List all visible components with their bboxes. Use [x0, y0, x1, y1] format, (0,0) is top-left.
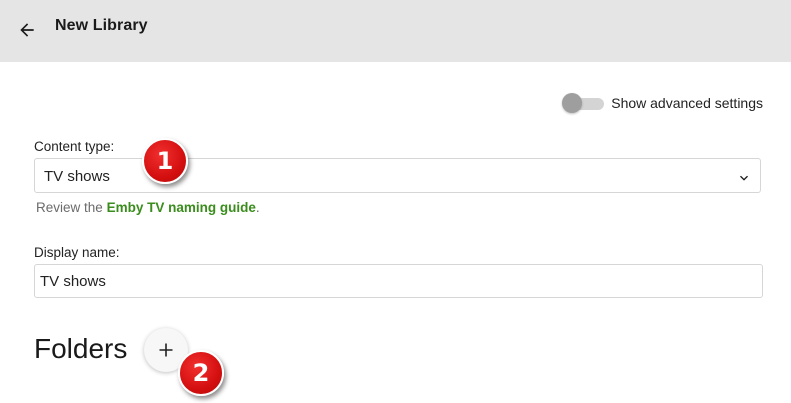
- display-name-input[interactable]: [34, 264, 763, 298]
- plus-icon: [159, 343, 173, 357]
- callout-badge-1: 1: [142, 138, 188, 184]
- toggle-switch[interactable]: [562, 92, 605, 114]
- display-name-label: Display name:: [34, 245, 120, 260]
- folders-heading: Folders: [34, 333, 128, 364]
- hint-suffix: .: [255, 200, 260, 215]
- hint-prefix: Review the: [36, 200, 103, 215]
- naming-guide-hint: Review the Emby TV naming guide.: [36, 200, 260, 215]
- content-type-label: Content type:: [34, 139, 115, 154]
- advanced-settings-toggle[interactable]: Show advanced settings: [562, 92, 763, 114]
- page-title: New Library: [55, 17, 148, 34]
- content-type-value: TV shows: [44, 168, 110, 185]
- callout-badge-2: 2: [178, 350, 224, 396]
- back-button[interactable]: [12, 15, 42, 45]
- naming-guide-link[interactable]: Emby TV naming guide: [107, 200, 256, 215]
- chevron-down-icon: [740, 175, 748, 181]
- toggle-thumb: [562, 93, 583, 113]
- app-header: New Library: [0, 0, 791, 62]
- arrow-left-icon: [20, 23, 34, 37]
- advanced-settings-label: Show advanced settings: [611, 95, 763, 111]
